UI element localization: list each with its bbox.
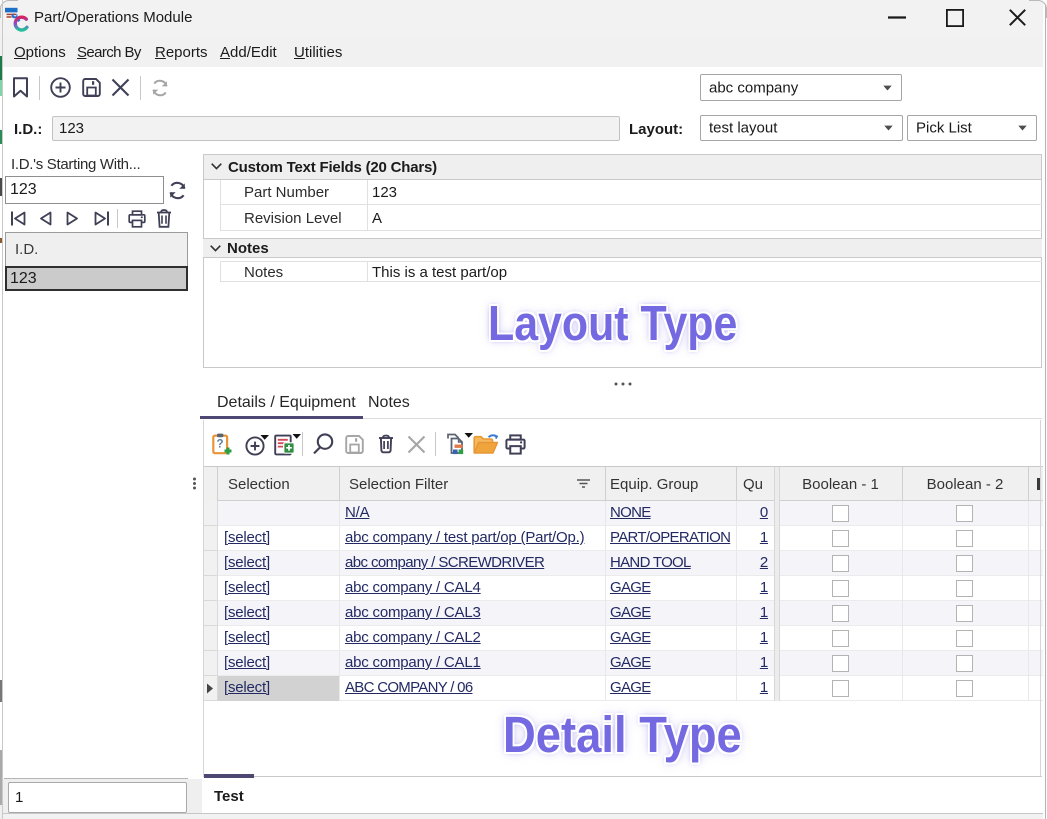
svg-text:?: ? — [216, 439, 223, 451]
